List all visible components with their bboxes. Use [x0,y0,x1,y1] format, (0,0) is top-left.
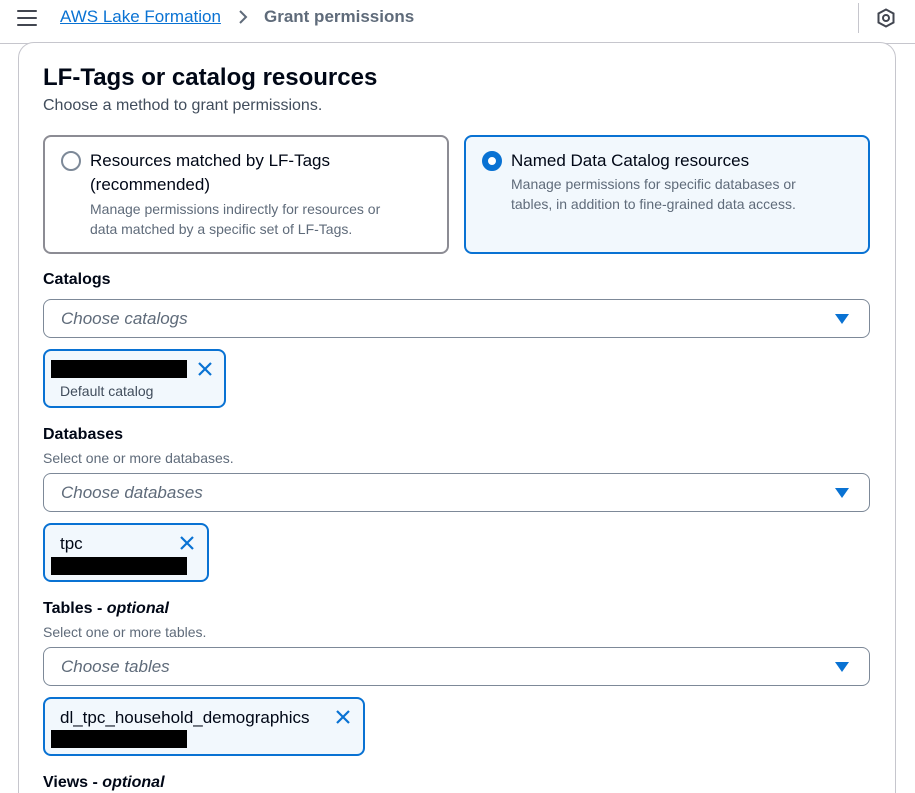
option-lf-tags-label: Resources matched by LF-Tags (recommende… [90,151,330,194]
catalogs-select[interactable]: Choose catalogs [43,299,870,338]
tables-label: Tables - optional [43,600,169,617]
radio-lf-tags[interactable] [61,151,81,171]
option-named-resources-description: Manage permissions for specific database… [511,176,796,212]
redacted-table-id [51,730,187,748]
breadcrumb-link-lake-formation[interactable]: AWS Lake Formation [60,7,221,27]
close-icon[interactable] [178,534,196,552]
tables-select[interactable]: Choose tables [43,647,870,686]
catalog-token: Default catalog [43,349,226,408]
close-icon[interactable] [334,708,352,726]
option-named-resources[interactable]: Named Data Catalog resources Manage perm… [464,135,870,254]
catalogs-label: Catalogs [43,271,111,288]
breadcrumb-current-page: Grant permissions [264,7,415,26]
table-token-title: dl_tpc_household_demographics [60,708,310,727]
caret-down-icon [835,488,849,498]
redacted-database-id [51,557,187,575]
topbar-divider [858,3,859,33]
table-token: dl_tpc_household_demographics [43,697,365,756]
catalog-token-subtitle: Default catalog [60,383,154,399]
top-navigation-bar: AWS Lake Formation Grant permissions [0,0,915,44]
catalogs-placeholder: Choose catalogs [61,309,188,328]
databases-select[interactable]: Choose databases [43,473,870,512]
database-token-title: tpc [60,534,83,553]
option-lf-tags[interactable]: Resources matched by LF-Tags (recommende… [43,135,449,254]
chevron-right-icon [239,10,248,24]
shield-icon[interactable] [876,8,896,28]
radio-named-resources[interactable] [482,151,502,171]
databases-hint: Select one or more databases. [43,450,234,466]
databases-label: Databases [43,426,124,443]
redacted-catalog-id [51,360,187,378]
caret-down-icon [835,662,849,672]
hamburger-menu-icon[interactable] [17,10,37,26]
views-label: Views - optional [43,774,165,791]
section-title: LF-Tags or catalog resources [43,64,378,91]
option-lf-tags-description: Manage permissions indirectly for resour… [90,201,381,237]
tables-placeholder: Choose tables [61,657,170,676]
tables-hint: Select one or more tables. [43,624,207,640]
option-named-resources-label: Named Data Catalog resources [511,151,750,170]
database-token: tpc [43,523,209,582]
close-icon[interactable] [196,360,214,378]
caret-down-icon [835,314,849,324]
databases-placeholder: Choose databases [61,483,203,502]
section-description: Choose a method to grant permissions. [43,97,323,114]
